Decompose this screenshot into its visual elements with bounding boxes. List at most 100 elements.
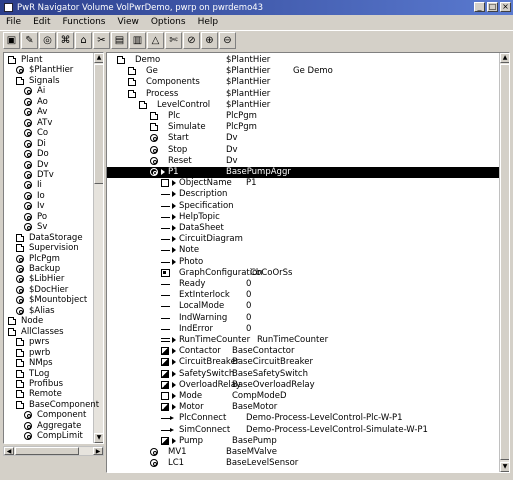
left-tree-item[interactable]: Di — [4, 139, 94, 150]
left-tree-item[interactable]: Aggregate — [4, 421, 94, 432]
crossref-button[interactable]: ▥ — [129, 31, 146, 49]
left-tree-item[interactable]: $DocHier — [4, 285, 94, 296]
left-tree-item[interactable]: Plant — [4, 55, 94, 66]
menu-file[interactable]: File — [6, 17, 21, 27]
tree-item[interactable]: Ge $PlantHier Ge Demo — [107, 66, 499, 77]
left-tree-item[interactable]: DTv — [4, 170, 94, 181]
left-tree-item[interactable]: BaseComponent — [4, 400, 99, 411]
attribute-row[interactable]: Photo — [107, 257, 499, 268]
expand-arrow-icon[interactable] — [172, 225, 176, 231]
left-tree-item[interactable]: Supervision — [4, 243, 94, 254]
scroll-thumb[interactable] — [500, 64, 509, 460]
scroll-left-icon[interactable]: ◀ — [4, 447, 14, 455]
lock-button[interactable]: ▤ — [111, 31, 128, 49]
left-tree-item[interactable]: PlcPgm — [4, 254, 94, 265]
left-tree-item[interactable]: Backup — [4, 264, 94, 275]
tree-item[interactable]: Components $PlantHier — [107, 77, 499, 88]
attribute-row[interactable]: PlcConnect Demo-Process-LevelControl-Plc-… — [107, 413, 499, 424]
trace-button[interactable]: ⌂ — [75, 31, 92, 49]
right-vertical-scrollbar[interactable]: ▲ ▼ — [499, 53, 509, 472]
attribute-row[interactable]: OverloadRelay BaseOverloadRelay — [107, 380, 499, 391]
left-tree-item[interactable]: $Alias — [4, 306, 94, 317]
attribute-row[interactable]: Note — [107, 245, 499, 256]
right-tree-pane[interactable]: ▲ ▼ Demo $PlantHier Ge $PlantHier Ge Demo Com… — [106, 52, 510, 473]
left-horizontal-scrollbar[interactable]: ◀ ▶ — [3, 446, 104, 456]
menu-options[interactable]: Options — [151, 17, 186, 27]
attribute-row[interactable]: IndError 0 — [107, 324, 499, 335]
left-tree-item[interactable]: Ai — [4, 86, 94, 97]
left-tree-item[interactable]: AllClasses — [4, 327, 94, 338]
scroll-thumb[interactable] — [94, 64, 103, 184]
tree-item[interactable]: LC1 BaseLevelSensor — [107, 458, 499, 469]
expand-arrow-icon[interactable] — [172, 359, 176, 366]
left-tree-item[interactable]: $PlantHier — [4, 65, 94, 76]
attribute-row[interactable]: Specification — [107, 201, 499, 212]
tree-item[interactable]: Reset Dv — [107, 156, 499, 167]
save-button[interactable]: ▣ — [3, 31, 20, 49]
left-tree-item[interactable]: Do — [4, 149, 94, 160]
left-tree-item[interactable]: Component — [4, 410, 94, 421]
minimize-button[interactable]: _ — [474, 2, 485, 12]
attribute-row[interactable]: Motor BaseMotor — [107, 402, 499, 413]
attribute-row[interactable]: SimConnect Demo-Process-LevelControl-Simu… — [107, 425, 499, 436]
expand-arrow-icon[interactable] — [172, 437, 176, 444]
attribute-row[interactable]: ObjectName P1 — [107, 178, 499, 189]
edit-button[interactable]: ✎ — [21, 31, 38, 49]
expand-arrow-icon[interactable] — [172, 191, 176, 198]
menu-view[interactable]: View — [117, 17, 138, 27]
expand-arrow-icon[interactable] — [172, 337, 176, 343]
open-object-button[interactable]: ◎ — [39, 31, 56, 49]
expand-arrow-icon[interactable] — [172, 258, 176, 265]
scroll-up-icon[interactable]: ▲ — [94, 53, 103, 63]
attribute-row[interactable]: CircuitBreaker BaseCircuitBreaker — [107, 357, 499, 368]
left-tree-item[interactable]: pwrs — [4, 337, 94, 348]
scroll-up-icon[interactable]: ▲ — [500, 53, 509, 63]
left-tree-item[interactable]: pwrb — [4, 348, 94, 359]
plant-button[interactable]: ✂ — [93, 31, 110, 49]
attribute-row[interactable]: DataSheet — [107, 223, 499, 234]
left-tree-item[interactable]: NMps — [4, 358, 94, 369]
close-button[interactable]: × — [500, 2, 511, 12]
expand-arrow-icon[interactable] — [172, 202, 176, 209]
zoom-reset-button[interactable]: ⊘ — [183, 31, 200, 49]
left-tree-item[interactable]: $LibHier — [4, 274, 94, 285]
menu-functions[interactable]: Functions — [63, 17, 106, 27]
left-tree-item[interactable]: TLog — [4, 369, 94, 380]
tree-item[interactable]: LevelControl $PlantHier — [107, 100, 499, 111]
left-tree-item[interactable]: Node — [4, 316, 94, 327]
attribute-row[interactable]: LocalMode 0 — [107, 301, 499, 312]
attribute-row[interactable]: Ready 0 — [107, 279, 499, 290]
hscroll-thumb[interactable] — [15, 447, 79, 455]
window-titlebar[interactable]: PwR Navigator Volume VolPwrDemo, pwrp on… — [0, 0, 513, 15]
attribute-row[interactable]: HelpTopic — [107, 212, 499, 223]
left-tree-item[interactable]: Dv — [4, 160, 94, 171]
left-tree-item[interactable]: $Mountobject — [4, 295, 94, 306]
scroll-right-icon[interactable]: ▶ — [93, 447, 103, 455]
expand-arrow-icon[interactable] — [161, 169, 165, 175]
scroll-down-icon[interactable]: ▼ — [500, 462, 509, 472]
expand-arrow-icon[interactable] — [172, 348, 176, 355]
expand-arrow-icon[interactable] — [172, 236, 176, 243]
left-tree-item[interactable]: Po — [4, 212, 94, 223]
tree-item[interactable]: Simulate PlcPgm — [107, 122, 499, 133]
left-tree-pane[interactable]: ▲ ▼ Plant $PlantHier Signals Ai Ao Av ATv Co Di D… — [3, 52, 104, 444]
left-tree-item[interactable]: Io — [4, 191, 94, 202]
left-tree-item[interactable]: Remote — [4, 389, 94, 400]
expand-arrow-icon[interactable] — [172, 381, 176, 388]
left-tree-item[interactable]: Av — [4, 107, 94, 118]
left-tree-item[interactable]: DataStorage — [4, 233, 94, 244]
left-tree-item[interactable]: Ao — [4, 97, 94, 108]
menu-help[interactable]: Help — [198, 17, 219, 27]
left-tree-item[interactable]: Ii — [4, 180, 94, 191]
attribute-row[interactable]: Mode CompModeD — [107, 391, 499, 402]
attribute-row[interactable]: Description — [107, 189, 499, 200]
expand-arrow-icon[interactable] — [172, 370, 176, 377]
attribute-row[interactable]: GraphConfiguration CbCoOrSs — [107, 268, 499, 279]
attribute-row[interactable]: RunTimeCounter RunTimeCounter — [107, 335, 499, 346]
left-tree-item[interactable]: Signals — [4, 76, 94, 87]
expand-arrow-icon[interactable] — [172, 247, 176, 254]
attribute-row[interactable]: CircuitDiagram — [107, 234, 499, 245]
tree-item[interactable]: Plc PlcPgm — [107, 111, 499, 122]
tree-item[interactable]: Start Dv — [107, 133, 499, 144]
expand-arrow-icon[interactable] — [172, 404, 176, 411]
